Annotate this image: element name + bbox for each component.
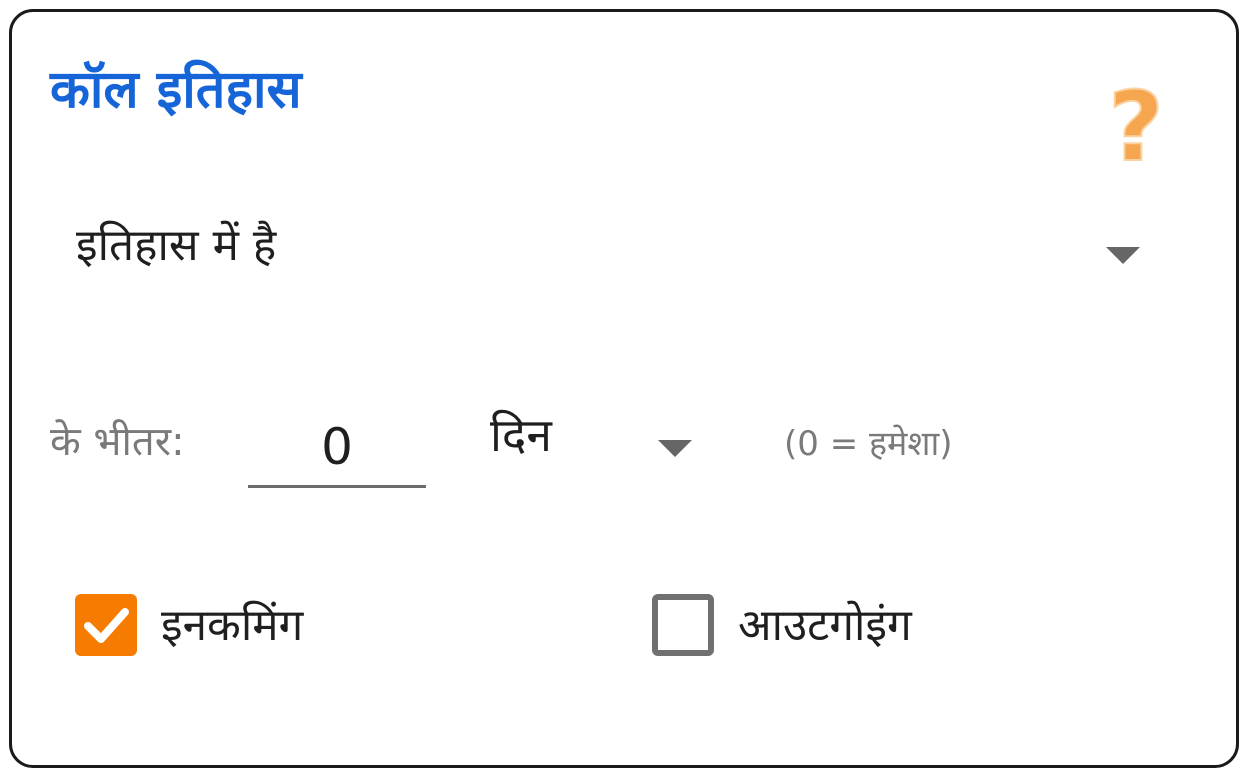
zero-always-hint: (0 = हमेशा)	[784, 424, 953, 464]
history-match-value: इतिहास में है	[76, 220, 277, 271]
history-match-dropdown[interactable]: इतिहास में है	[76, 214, 1156, 294]
incoming-checkbox-row[interactable]: इनकमिंग	[75, 594, 495, 658]
outgoing-label: आउटगोइंग	[738, 600, 912, 651]
call-history-card: कॉल इतिहास ? इतिहास में है के भीतर: दिन …	[9, 9, 1239, 768]
incoming-label: इनकमिंग	[161, 600, 304, 651]
outgoing-checkbox-row[interactable]: आउटगोइंग	[652, 594, 1072, 658]
within-label: के भीतर:	[50, 419, 185, 465]
help-question-icon[interactable]: ?	[1104, 78, 1168, 174]
checkmark-icon	[84, 608, 129, 643]
days-input[interactable]	[248, 408, 426, 488]
card-title: कॉल इतिहास	[50, 60, 302, 120]
dropdown-caret-icon	[1106, 247, 1140, 264]
outgoing-checkbox[interactable]	[652, 594, 714, 656]
time-unit-value: दिन	[490, 408, 552, 462]
incoming-checkbox[interactable]	[75, 594, 137, 656]
svg-text:?: ?	[1108, 78, 1164, 174]
unit-caret-icon[interactable]	[658, 440, 692, 457]
